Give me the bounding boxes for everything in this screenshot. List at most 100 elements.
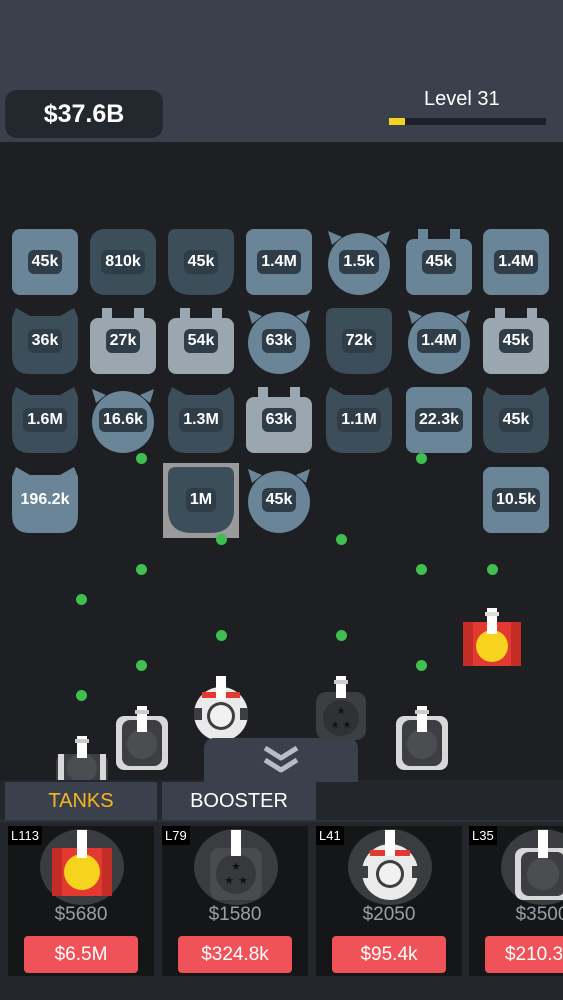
tank-card[interactable]: L79 ★ ★ ★ $1580 $324.8k	[162, 826, 308, 976]
shop-panel: TANKS BOOSTER L113 $5680 $6.5M L79 ★ ★ ★…	[0, 780, 563, 1000]
block: 45k	[246, 467, 312, 533]
block-value: 196.2k	[20, 491, 70, 508]
bullet	[76, 594, 87, 605]
tab-booster[interactable]: BOOSTER	[162, 782, 316, 820]
block: 45k	[483, 387, 549, 453]
playfield[interactable]: 45k 810k 45k 1.4M 1.5k 45k 1.4M 36k 27k …	[0, 142, 563, 782]
bullet	[336, 534, 347, 545]
bullet	[136, 564, 147, 575]
block: 1.4M	[246, 229, 312, 295]
block: 27k	[90, 308, 156, 374]
tank-cost: $2050	[362, 904, 416, 925]
block-value: 16.6k	[98, 408, 148, 432]
bullet	[416, 453, 427, 464]
block-value: 27k	[105, 329, 141, 353]
buy-button[interactable]: $210.3	[485, 936, 563, 973]
tank-card[interactable]: L35 $3500 $210.3	[469, 826, 563, 976]
block-value: 63k	[261, 329, 297, 353]
bullet	[136, 453, 147, 464]
tank-card[interactable]: L41 $2050 $95.4k	[316, 826, 462, 976]
buy-button[interactable]: $324.8k	[178, 936, 292, 973]
block: 1.4M	[483, 229, 549, 295]
block: 45k	[483, 308, 549, 374]
red-yellow-tank-icon[interactable]	[463, 608, 521, 674]
buy-button[interactable]: $6.5M	[24, 936, 138, 973]
tank-level-badge: L79	[162, 826, 190, 845]
star-tank-icon: ★ ★ ★	[210, 830, 262, 900]
bullet	[487, 564, 498, 575]
block-value: 1.6M	[23, 408, 67, 432]
block-value: 810k	[101, 250, 145, 274]
block-value: 22.3k	[414, 408, 464, 432]
block: 54k	[168, 308, 234, 374]
block-value: 1.4M	[257, 250, 301, 274]
bullet	[76, 690, 87, 701]
block: 63k	[246, 308, 312, 374]
block-value: 45k	[498, 329, 534, 353]
tab-divider	[0, 820, 563, 822]
money-display: $37.6B	[5, 90, 163, 138]
white-red-tank-icon	[360, 830, 420, 900]
grey-tank-icon[interactable]	[54, 736, 110, 782]
block: 36k	[12, 308, 78, 374]
tank-cost: $3500	[515, 904, 563, 925]
svg-text:★: ★	[343, 720, 352, 731]
block-selected: 1M	[168, 467, 234, 533]
block: 1.5k	[326, 229, 392, 295]
bullet	[416, 564, 427, 575]
bullet	[336, 630, 347, 641]
tank-level-badge: L113	[8, 826, 42, 845]
star-tank-icon[interactable]: ★ ★ ★	[312, 676, 370, 742]
svg-text:★: ★	[238, 875, 248, 887]
tank-cost: $5680	[54, 904, 108, 925]
block: 16.6k	[90, 387, 156, 453]
block: 1.1M	[326, 387, 392, 453]
block: 45k	[12, 229, 78, 295]
level-progress-fill	[389, 118, 405, 125]
level-label: Level 31	[424, 88, 500, 110]
block-value: 45k	[183, 250, 219, 274]
bullet	[216, 534, 227, 545]
block-value: 1M	[185, 488, 217, 512]
top-bar: $37.6B Level 31	[0, 0, 563, 142]
block-value: 1.3M	[179, 408, 223, 432]
block-value: 63k	[261, 408, 297, 432]
svg-text:★: ★	[231, 861, 241, 873]
tank-level-badge: L35	[469, 826, 497, 845]
tab-tanks[interactable]: TANKS	[5, 782, 157, 820]
block-value: 10.5k	[491, 488, 541, 512]
grey-tank-icon	[515, 830, 563, 900]
block: 196.2k	[12, 467, 78, 533]
block: 10.5k	[483, 467, 549, 533]
bullet	[216, 630, 227, 641]
bullet	[136, 660, 147, 671]
block: 810k	[90, 229, 156, 295]
block-value: 1.4M	[494, 250, 538, 274]
block: 1.4M	[406, 308, 472, 374]
buy-button[interactable]: $95.4k	[332, 936, 446, 973]
red-yellow-tank-icon	[52, 830, 112, 896]
grey-tank-icon[interactable]	[114, 706, 170, 772]
svg-text:★: ★	[337, 706, 346, 717]
svg-text:★: ★	[224, 875, 234, 887]
svg-text:★: ★	[331, 720, 340, 731]
block: 72k	[326, 308, 392, 374]
block-value: 1.5k	[339, 250, 379, 274]
block-value: 72k	[341, 329, 377, 353]
block: 63k	[246, 387, 312, 453]
block-value: 45k	[421, 250, 457, 274]
block-value: 45k	[261, 488, 297, 512]
block: 1.3M	[168, 387, 234, 453]
white-red-tank-icon[interactable]	[192, 676, 250, 742]
block-value: 1.1M	[337, 408, 381, 432]
level-progress-bar	[389, 118, 546, 125]
bullet	[416, 660, 427, 671]
block-value: 45k	[27, 250, 63, 274]
block-value: 54k	[183, 329, 219, 353]
tank-card[interactable]: L113 $5680 $6.5M	[8, 826, 154, 976]
block: 45k	[168, 229, 234, 295]
block: 22.3k	[406, 387, 472, 453]
tank-cost: $1580	[208, 904, 262, 925]
collapse-panel-button[interactable]	[204, 738, 358, 782]
grey-tank-icon[interactable]	[394, 706, 450, 772]
